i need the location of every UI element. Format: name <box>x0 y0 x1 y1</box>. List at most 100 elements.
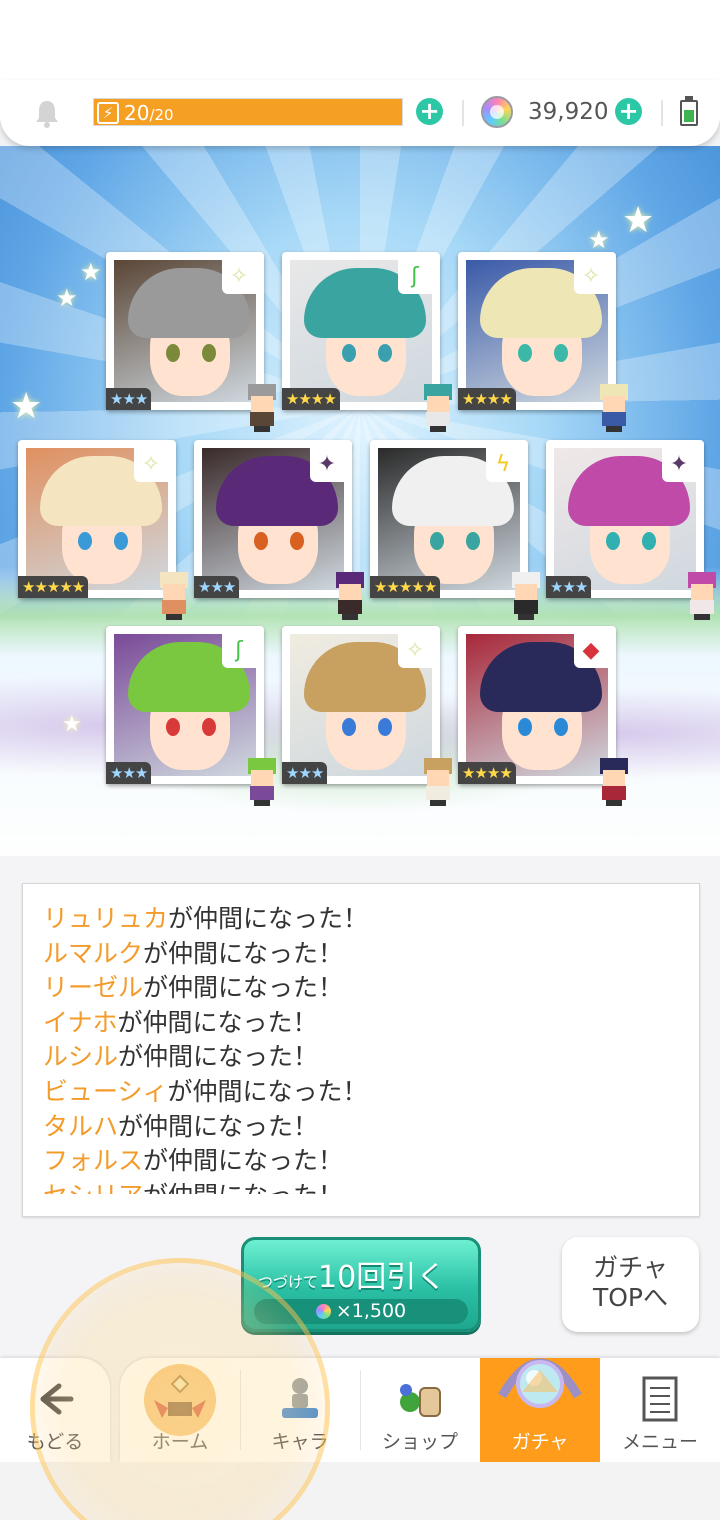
rarity-stars: ★★★ <box>546 576 592 598</box>
tab-menu-label: メニュー <box>621 1431 698 1453</box>
sparkle-star-icon: ★ <box>80 258 102 286</box>
tab-home[interactable]: ホーム <box>120 1358 240 1462</box>
sparkle-star-icon: ★ <box>56 284 78 312</box>
log-line: イナホが仲間になった！ <box>43 1006 689 1041</box>
pixel-sprite <box>242 758 282 806</box>
log-suffix: が仲間になった！ <box>143 1146 344 1176</box>
log-line: ルシルが仲間になった！ <box>43 1040 689 1075</box>
status-bar: ⚡ 20/20 <box>0 80 720 146</box>
log-line: リーゼルが仲間になった！ <box>43 971 689 1006</box>
divider <box>661 100 663 126</box>
log-suffix: が仲間になった！ <box>143 973 344 1003</box>
rarity-stars: ★★★ <box>194 576 240 598</box>
back-label: もどる <box>26 1431 84 1453</box>
character-name: フォルス <box>43 1146 144 1176</box>
log-line: リュリュカが仲間になった！ <box>43 902 689 937</box>
character-card[interactable]: ✧ ★★★★★ <box>18 440 188 620</box>
draw-cost: ×1,500 <box>254 1299 468 1324</box>
sparkle-star-icon: ★ <box>62 712 82 737</box>
battery-icon[interactable] <box>680 96 698 126</box>
result-log-panel[interactable]: リュリュカが仲間になった！ ルマルクが仲間になった！ リーゼルが仲間になった！ イナホ… <box>22 883 700 1217</box>
element-icon: ✧ <box>574 260 608 294</box>
shop-bag-icon <box>400 1384 441 1417</box>
tab-gacha-label: ガチャ <box>511 1431 569 1453</box>
back-arrow-icon <box>40 1383 74 1415</box>
element-icon: ✧ <box>398 634 432 668</box>
character-statue-icon <box>282 1378 318 1418</box>
character-card[interactable]: ✦ ★★★ <box>194 440 364 620</box>
character-name: イナホ <box>43 1007 118 1037</box>
log-suffix: が仲間になった！ <box>143 1181 343 1194</box>
back-button[interactable]: もどる <box>0 1358 110 1462</box>
draw-10-again-button[interactable]: つづけて10回引く ×1,500 <box>241 1237 481 1332</box>
rarity-stars: ★★★ <box>106 388 152 410</box>
rarity-stars: ★★★★ <box>282 388 340 410</box>
character-card[interactable]: ✦ ★★★ <box>546 440 716 620</box>
add-stamina-button[interactable]: + <box>416 98 443 125</box>
sparkle-star-icon: ★ <box>622 200 655 241</box>
add-gems-button[interactable]: + <box>615 98 642 125</box>
log-suffix: が仲間になった！ <box>118 1042 319 1072</box>
bell-icon[interactable] <box>33 98 61 128</box>
character-card[interactable]: ʃ ★★★★ <box>282 252 452 432</box>
bottom-navigation: もどる ホーム キャラ ショップ ガチャ メニュー <box>0 1358 720 1462</box>
character-card[interactable]: ✧ ★★★ <box>106 252 276 432</box>
element-icon: ʃ <box>222 634 256 668</box>
tab-menu[interactable]: メニュー <box>600 1358 720 1462</box>
character-name: ルシル <box>43 1042 119 1072</box>
gacha-top-label-line2: TOPへ <box>592 1283 669 1312</box>
lightning-icon: ⚡ <box>97 102 119 124</box>
pixel-sprite <box>682 572 720 620</box>
rainbow-gem-icon <box>481 96 513 128</box>
rarity-stars: ★★★★ <box>458 762 516 784</box>
character-card[interactable]: ϟ ★★★★★ <box>370 440 540 620</box>
tab-chara[interactable]: キャラ <box>240 1358 360 1462</box>
top-blank-area <box>0 0 720 80</box>
pixel-sprite <box>154 572 194 620</box>
character-name: セシリア <box>43 1181 143 1194</box>
character-card[interactable]: ʃ ★★★ <box>106 626 276 806</box>
tab-shop-label: ショップ <box>381 1431 458 1453</box>
log-suffix: が仲間になった！ <box>167 1076 368 1106</box>
tab-chara-label: キャラ <box>271 1431 329 1453</box>
pixel-sprite <box>418 384 458 432</box>
pixel-sprite <box>594 384 634 432</box>
tab-bar: ホーム キャラ ショップ ガチャ メニュー <box>120 1358 720 1462</box>
rarity-stars: ★★★ <box>106 762 152 784</box>
menu-list-icon <box>642 1376 678 1422</box>
character-card[interactable]: ◆ ★★★★ <box>458 626 628 806</box>
pixel-sprite <box>594 758 634 806</box>
stamina-value: 20/20 <box>124 101 174 125</box>
gem-count: 39,920 <box>528 99 609 125</box>
divider <box>462 100 464 126</box>
log-line: ルマルクが仲間になった！ <box>43 937 689 972</box>
gacha-top-button[interactable]: ガチャ TOPへ <box>562 1237 699 1332</box>
pixel-sprite <box>418 758 458 806</box>
gacha-orb-icon <box>498 1358 582 1408</box>
draw-10-again-label: つづけて10回引く <box>258 1260 447 1295</box>
element-icon: ✧ <box>222 260 256 294</box>
element-icon: ϟ <box>486 448 520 482</box>
character-name: タルハ <box>43 1111 119 1141</box>
sparkle-star-icon: ★ <box>588 226 610 254</box>
log-line: タルハが仲間になった！ <box>43 1110 689 1145</box>
rarity-stars: ★★★ <box>282 762 328 784</box>
character-name: リーゼル <box>43 973 144 1003</box>
stamina-bar: ⚡ 20/20 <box>93 98 403 126</box>
log-line: フォルスが仲間になった！ <box>43 1144 689 1179</box>
tab-gacha[interactable]: ガチャ <box>480 1358 600 1462</box>
log-suffix: が仲間になった！ <box>117 1007 318 1037</box>
gem-icon <box>315 1304 331 1319</box>
character-card[interactable]: ✧ ★★★ <box>282 626 452 806</box>
gacha-top-label-line1: ガチャ <box>593 1253 668 1282</box>
character-card[interactable]: ✧ ★★★★ <box>458 252 628 432</box>
log-line: セシリアが仲間になった！ <box>43 1179 689 1194</box>
element-icon: ✧ <box>134 448 168 482</box>
sparkle-star-icon: ★ <box>10 386 43 427</box>
system-nav-strip <box>0 1462 720 1520</box>
element-icon: ʃ <box>398 260 432 294</box>
element-icon: ◆ <box>574 634 608 668</box>
tab-home-label: ホーム <box>151 1431 209 1453</box>
element-icon: ✦ <box>310 448 344 482</box>
tab-shop[interactable]: ショップ <box>360 1358 480 1462</box>
